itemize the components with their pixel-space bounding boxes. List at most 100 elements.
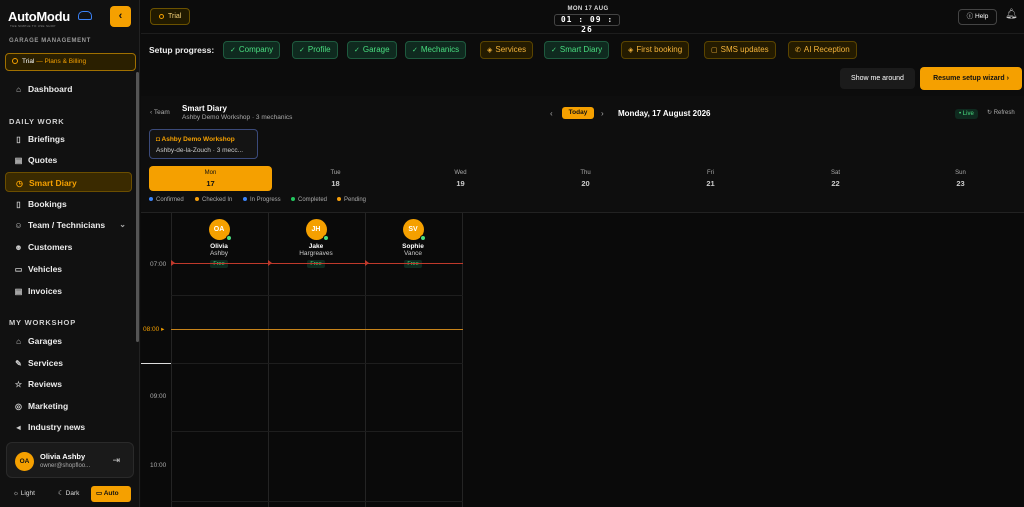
sidebar-item-label: Garages <box>28 336 63 346</box>
sidebar-item-industry-news[interactable]: ◂ Industry news <box>5 417 132 437</box>
back-to-team-link[interactable]: ‹ Team <box>150 109 170 116</box>
garage-name: ◘ Ashby Demo Workshop <box>156 136 235 143</box>
bell-icon[interactable]: 🔔︎ <box>1005 9 1018 20</box>
setup-step-sms-updates[interactable]: ▢ SMS updates <box>704 41 776 59</box>
day-tab-sun[interactable]: Sun 23 <box>899 166 1022 191</box>
check-icon: ✓ <box>354 47 360 54</box>
refresh-button[interactable]: ↻ Refresh <box>987 109 1015 116</box>
sidebar-item-label: Briefings <box>28 134 65 144</box>
day-tab-tue[interactable]: Tue 18 <box>274 166 397 191</box>
sidebar-scrollbar[interactable] <box>136 72 139 342</box>
logout-icon[interactable]: ⇥ <box>112 455 120 466</box>
sidebar-item-label: Marketing <box>28 401 69 411</box>
day-tab-thu[interactable]: Thu 20 <box>524 166 647 191</box>
chevron-right-icon: › <box>601 109 604 118</box>
step-label: Profile <box>307 45 331 54</box>
next-day-button[interactable]: › <box>601 109 604 118</box>
today-button[interactable]: Today <box>562 107 594 119</box>
day-tab-wed[interactable]: Wed 19 <box>399 166 522 191</box>
legend-dot <box>195 197 199 201</box>
theme-dark-label: Dark <box>65 490 80 497</box>
live-badge: • Live <box>955 109 978 119</box>
sidebar-item-reviews[interactable]: ☆ Reviews <box>5 374 132 394</box>
day-tab-fri[interactable]: Fri 21 <box>649 166 772 191</box>
sidebar-item-garages[interactable]: ⌂ Garages <box>5 331 132 351</box>
legend-label: Checked In <box>202 197 233 203</box>
mechanic-column-header[interactable]: JH Jake Hargreaves Free <box>268 219 364 268</box>
garage-selector-card[interactable]: ◘ Ashby Demo Workshop Ashby-de-la-Zouch … <box>149 129 258 159</box>
sidebar: AutoModu THE SIMPLE TO USE SHOP ‹ GARAGE… <box>0 0 140 507</box>
sidebar-item-customers[interactable]: ☻ Customers <box>5 237 132 257</box>
setup-step-mechanics[interactable]: ✓ Mechanics <box>405 41 467 59</box>
mechanic-column-header[interactable]: SV Sophie Vance Free <box>365 219 461 268</box>
legend-dot <box>291 197 295 201</box>
live-dot-icon: • <box>959 111 962 117</box>
resume-label: Resume setup wizard <box>933 75 1005 82</box>
sidebar-item-quotes[interactable]: ▤ Quotes <box>5 150 132 170</box>
check-icon: ✓ <box>551 47 557 54</box>
theme-dark-button[interactable]: ☾ Dark <box>53 486 84 502</box>
car-icon <box>78 11 92 20</box>
day-tab-sat[interactable]: Sat 22 <box>774 166 897 191</box>
day-name: Sun <box>955 170 966 176</box>
mechanic-last-name: Hargreaves <box>299 250 333 257</box>
sidebar-item-vehicles[interactable]: ▭ Vehicles <box>5 259 132 279</box>
page-subtitle: Ashby Demo Workshop · 3 mechanics <box>182 114 293 121</box>
day-number: 17 <box>206 179 215 188</box>
sidebar-item-briefings[interactable]: ▯ Briefings <box>5 129 132 149</box>
setup-step-company[interactable]: ✓ Company <box>223 41 281 59</box>
mechanic-last-name: Vance <box>404 250 422 257</box>
resume-setup-wizard-button[interactable]: Resume setup wizard › <box>920 67 1022 90</box>
sidebar-item-label: Smart Diary <box>29 178 77 188</box>
mechanic-last-name: Ashby <box>209 250 229 257</box>
day-name: Mon <box>204 170 217 176</box>
theme-light-button[interactable]: ☼ Light <box>8 486 40 502</box>
section-daily-work: DAILY WORK <box>9 117 65 126</box>
help-icon: ⓘ <box>966 13 974 20</box>
user-email: owner@shopfloo... <box>40 463 91 469</box>
setup-step-smart-diary[interactable]: ✓ Smart Diary <box>544 41 610 59</box>
sidebar-item-label: Team / Technicians <box>28 220 106 230</box>
sidebar-item-label: Dashboard <box>28 84 73 94</box>
current-time-marker <box>365 260 369 266</box>
sidebar-item-bookings[interactable]: ▯ Bookings <box>5 194 132 214</box>
sidebar-item-smart-diary[interactable]: ◷ Smart Diary <box>5 172 132 192</box>
sidebar-item-invoices[interactable]: ▤ Invoices <box>5 281 132 301</box>
mechanic-column-header[interactable]: OA Olivia Ashby Free <box>171 219 267 268</box>
legend-dot <box>337 197 341 201</box>
theme-light-label: Light <box>20 490 35 497</box>
day-number: 18 <box>331 179 340 188</box>
collapse-sidebar-button[interactable]: ‹ <box>110 6 131 27</box>
sidebar-item-team[interactable]: ☺ Team / Technicians ⌄ <box>5 215 132 235</box>
prev-day-button[interactable]: ‹ <box>550 109 553 118</box>
show-me-around-button[interactable]: Show me around <box>840 68 915 89</box>
user-card[interactable]: OA Olivia Ashby owner@shopfloo... ⇥ <box>6 442 134 478</box>
status-dot <box>322 235 329 241</box>
sidebar-item-services[interactable]: ✎ Services <box>5 353 132 373</box>
sidebar-item-dashboard[interactable]: ⌂ Dashboard <box>5 79 132 99</box>
day-tab-mon[interactable]: Mon 17 <box>149 166 272 191</box>
chevron-down-icon: ⌄ <box>119 220 126 229</box>
help-button[interactable]: ⓘ Help <box>958 9 997 25</box>
setup-step-ai-reception[interactable]: ✆ AI Reception <box>788 41 857 59</box>
sidebar-item-label: Customers <box>28 242 73 252</box>
setup-step-first-booking[interactable]: ◈ First booking <box>621 41 690 59</box>
theme-auto-button[interactable]: ▭ Auto <box>91 486 131 502</box>
message-icon: ▢ <box>711 47 718 54</box>
current-time-marker <box>268 260 272 266</box>
setup-step-profile[interactable]: ✓ Profile <box>292 41 338 59</box>
setup-step-garage[interactable]: ✓ Garage <box>347 41 397 59</box>
logo-text: AutoModu <box>8 9 70 24</box>
diary-timeline[interactable]: OA Olivia Ashby Free JH Jake Hargreaves … <box>141 212 1024 507</box>
setup-step-services[interactable]: ◈ Services <box>480 41 534 59</box>
monitor-icon: ▭ <box>96 490 103 497</box>
column-divider <box>462 213 463 507</box>
wrench-icon: ✎ <box>15 359 22 368</box>
current-time-line <box>171 263 463 264</box>
status-badge: Free <box>404 260 422 268</box>
status-dot <box>419 235 426 241</box>
document-icon: ▤ <box>14 287 23 296</box>
sidebar-item-marketing[interactable]: ◎ Marketing <box>5 396 132 416</box>
trial-billing-link[interactable]: Trial — Plans & Billing <box>5 53 136 71</box>
trial-badge[interactable]: Trial <box>150 8 191 25</box>
